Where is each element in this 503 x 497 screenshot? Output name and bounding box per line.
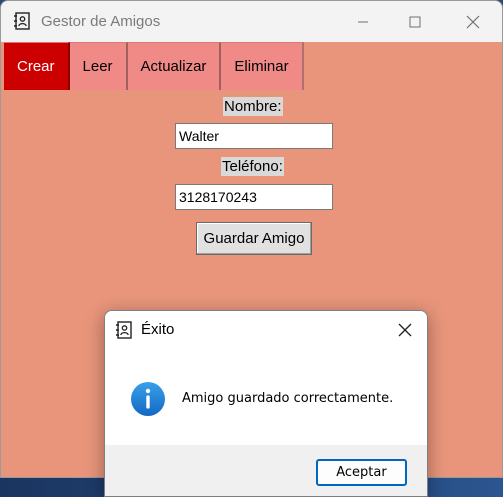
nombre-field[interactable]: Walter	[175, 123, 333, 149]
info-icon	[130, 381, 166, 417]
dialog-message: Amigo guardado correctamente.	[182, 391, 394, 406]
tab-eliminar[interactable]: Eliminar	[221, 42, 304, 90]
dialog-title: Éxito	[141, 321, 175, 338]
telefono-field[interactable]: 3128170243	[175, 184, 333, 210]
dialog-title-bar[interactable]: Éxito	[105, 311, 427, 349]
close-icon	[398, 323, 412, 337]
nombre-label: Nombre:	[223, 97, 283, 116]
save-friend-button[interactable]: Guardar Amigo	[196, 222, 312, 255]
address-book-icon	[13, 12, 31, 30]
minimize-button[interactable]	[340, 1, 386, 42]
success-dialog: Éxito Amigo guardado correctamente. Acep…	[104, 310, 428, 497]
address-book-icon	[115, 321, 133, 339]
telefono-label: Teléfono:	[221, 157, 284, 176]
tab-crear[interactable]: Crear	[4, 42, 70, 90]
window-title: Gestor de Amigos	[41, 13, 161, 30]
dialog-close-button[interactable]	[383, 311, 427, 349]
close-button[interactable]	[450, 1, 496, 42]
tab-actualizar[interactable]: Actualizar	[127, 42, 222, 90]
tab-leer[interactable]: Leer	[69, 42, 128, 90]
accept-button[interactable]: Aceptar	[316, 459, 407, 486]
close-icon	[466, 15, 480, 28]
title-bar[interactable]: Gestor de Amigos	[1, 1, 502, 42]
maximize-button[interactable]	[392, 1, 438, 42]
dialog-body: Amigo guardado correctamente.	[105, 349, 427, 445]
dialog-footer: Aceptar	[105, 445, 427, 496]
minimize-icon	[358, 21, 368, 22]
tab-bar: Crear Leer Actualizar Eliminar	[4, 42, 304, 90]
maximize-icon	[409, 16, 421, 27]
